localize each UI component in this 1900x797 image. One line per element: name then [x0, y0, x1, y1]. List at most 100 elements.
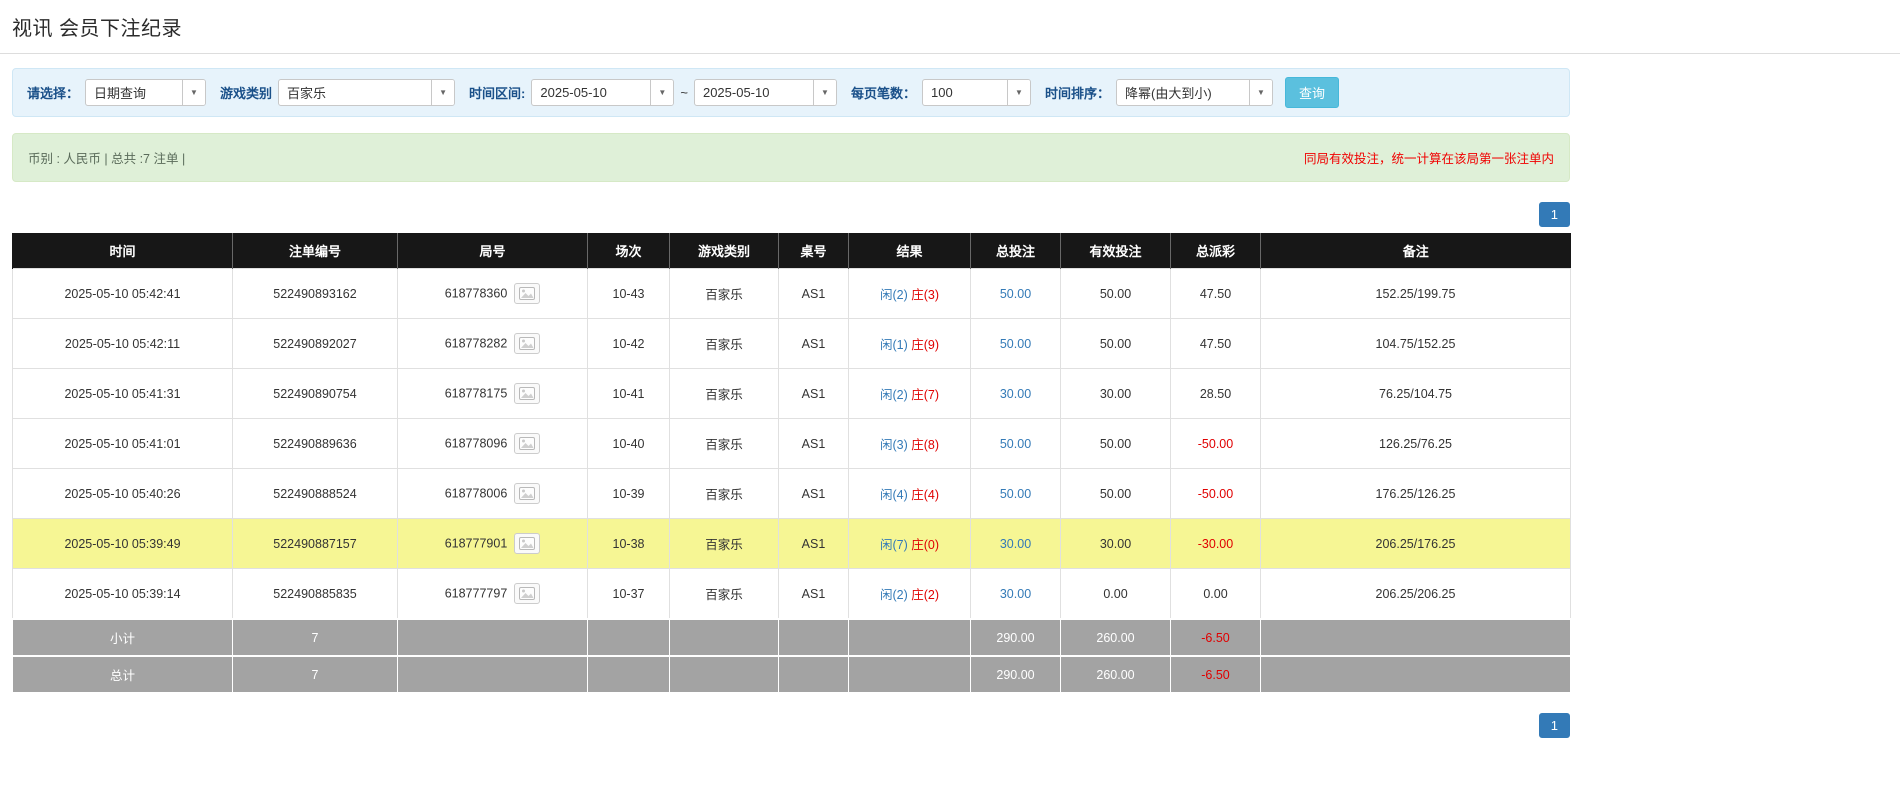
game-type-cell: 百家乐 [669, 318, 779, 369]
column-header: 备注 [1260, 233, 1571, 269]
round-number: 618778282 [444, 336, 508, 351]
result-cell: 闲(2) 庄(2) [848, 568, 971, 620]
date-from-picker[interactable]: 2025-05-10 ▼ [531, 79, 675, 106]
chevron-down-icon[interactable]: ▼ [1006, 80, 1030, 105]
date-range-label: 时间区间: [469, 86, 526, 101]
bet-id-cell: 522490893162 [232, 268, 398, 319]
player-result: 闲(7) [879, 538, 908, 552]
payout-cell: 28.50 [1170, 368, 1261, 419]
table-no-cell: AS1 [778, 418, 849, 469]
result-image-icon[interactable] [514, 383, 541, 404]
valid-bet-cell: 50.00 [1060, 418, 1171, 469]
page-header: 视讯 会员下注纪录 [0, 0, 1900, 54]
bet-row: 2025-05-10 05:39:49 522490887157 618777901… [12, 518, 1571, 569]
chevron-down-icon[interactable]: ▼ [431, 80, 455, 105]
page-1-button[interactable]: 1 [1538, 202, 1570, 227]
footer-count: 7 [232, 618, 398, 657]
payout-cell: -30.00 [1170, 518, 1261, 569]
bet-row: 2025-05-10 05:41:31 522490890754 618778175… [12, 368, 1571, 419]
result-cell: 闲(2) 庄(7) [848, 368, 971, 419]
valid-bet-cell: 50.00 [1060, 318, 1171, 369]
valid-bet-cell: 50.00 [1060, 468, 1171, 519]
round-cell: 618778282 [397, 318, 588, 369]
page-size-select[interactable]: 100 ▼ [921, 79, 1031, 106]
valid-bet-cell: 30.00 [1060, 368, 1171, 419]
time-cell: 2025-05-10 05:42:11 [12, 318, 233, 369]
sort-order-value: 降幂(由大到小) [1125, 86, 1212, 101]
footer-empty-cell [1260, 618, 1571, 657]
note-cell: 152.25/199.75 [1260, 268, 1571, 319]
date-from-value: 2025-05-10 [540, 85, 607, 100]
total-bet-link[interactable]: 50.00 [970, 318, 1061, 369]
result-cell: 闲(3) 庄(8) [848, 418, 971, 469]
result-cell: 闲(4) 庄(4) [848, 468, 971, 519]
table-no-cell: AS1 [778, 368, 849, 419]
result-image-icon[interactable] [514, 333, 541, 354]
total-bet-link[interactable]: 30.00 [970, 368, 1061, 419]
result-image-icon[interactable] [514, 483, 541, 504]
footer-empty-cell [587, 655, 670, 693]
total-bet-link[interactable]: 50.00 [970, 268, 1061, 319]
note-cell: 206.25/176.25 [1260, 518, 1571, 569]
result-image-icon[interactable] [514, 433, 541, 454]
bet-row: 2025-05-10 05:42:41 522490893162 618778360… [12, 268, 1571, 319]
game-type-value: 百家乐 [287, 86, 327, 101]
sort-order-select[interactable]: 降幂(由大到小) ▼ [1116, 79, 1273, 106]
valid-bet-cell: 50.00 [1060, 268, 1171, 319]
session-cell: 10-41 [587, 368, 670, 419]
footer-empty-cell [848, 655, 971, 693]
result-cell: 闲(2) 庄(3) [848, 268, 971, 319]
payout-cell: 47.50 [1170, 268, 1261, 319]
player-result: 闲(2) [879, 588, 908, 602]
session-cell: 10-37 [587, 568, 670, 620]
page-1-button[interactable]: 1 [1538, 713, 1570, 738]
time-cell: 2025-05-10 05:42:41 [12, 268, 233, 319]
table-no-cell: AS1 [778, 268, 849, 319]
valid-bet-notice: 同局有效投注，统一计算在该局第一张注单内 [1303, 152, 1554, 166]
total-bet-link[interactable]: 50.00 [970, 418, 1061, 469]
result-cell: 闲(1) 庄(9) [848, 318, 971, 369]
search-button[interactable]: 查询 [1285, 77, 1340, 108]
footer-empty-cell [778, 618, 849, 657]
bet-id-cell: 522490890754 [232, 368, 398, 419]
valid-bet-cell: 0.00 [1060, 568, 1171, 620]
session-cell: 10-38 [587, 518, 670, 569]
column-header: 局号 [397, 233, 588, 269]
player-result: 闲(1) [879, 338, 908, 352]
column-header: 结果 [848, 233, 971, 269]
chevron-down-icon[interactable]: ▼ [650, 80, 674, 105]
banker-result: 庄(2) [911, 588, 940, 602]
footer-empty-cell [669, 655, 779, 693]
note-cell: 206.25/206.25 [1260, 568, 1571, 620]
subtotal-row: 小计 7 290.00 260.00 -6.50 [12, 618, 1571, 657]
total-bet-link[interactable]: 30.00 [970, 518, 1061, 569]
result-image-icon[interactable] [514, 533, 541, 554]
result-image-icon[interactable] [514, 283, 541, 304]
total-bet-link[interactable]: 50.00 [970, 468, 1061, 519]
round-number: 618777901 [444, 536, 508, 551]
total-bet-link[interactable]: 30.00 [970, 568, 1061, 620]
bet-row: 2025-05-10 05:40:26 522490888524 618778006… [12, 468, 1571, 519]
chevron-down-icon[interactable]: ▼ [812, 80, 836, 105]
note-cell: 76.25/104.75 [1260, 368, 1571, 419]
round-number: 618778096 [444, 436, 508, 451]
footer-empty-cell [778, 655, 849, 693]
date-to-picker[interactable]: 2025-05-10 ▼ [693, 79, 837, 106]
footer-payout: -6.50 [1170, 618, 1261, 657]
round-cell: 618778096 [397, 418, 588, 469]
sort-order-label: 时间排序： [1044, 86, 1110, 101]
chevron-down-icon[interactable]: ▼ [1249, 80, 1272, 105]
round-number: 618778006 [444, 486, 508, 501]
date-to-value: 2025-05-10 [702, 85, 770, 100]
chevron-down-icon[interactable]: ▼ [182, 80, 206, 105]
table-no-cell: AS1 [778, 518, 849, 569]
game-type-select[interactable]: 百家乐 ▼ [278, 79, 456, 106]
session-cell: 10-43 [587, 268, 670, 319]
round-number: 618777797 [444, 586, 508, 601]
banker-result: 庄(4) [911, 488, 940, 502]
result-image-icon[interactable] [514, 583, 541, 604]
footer-valid-bet: 260.00 [1060, 655, 1171, 693]
player-result: 闲(3) [879, 438, 908, 452]
query-type-select[interactable]: 日期查询 ▼ [85, 79, 207, 106]
time-cell: 2025-05-10 05:40:26 [12, 468, 233, 519]
